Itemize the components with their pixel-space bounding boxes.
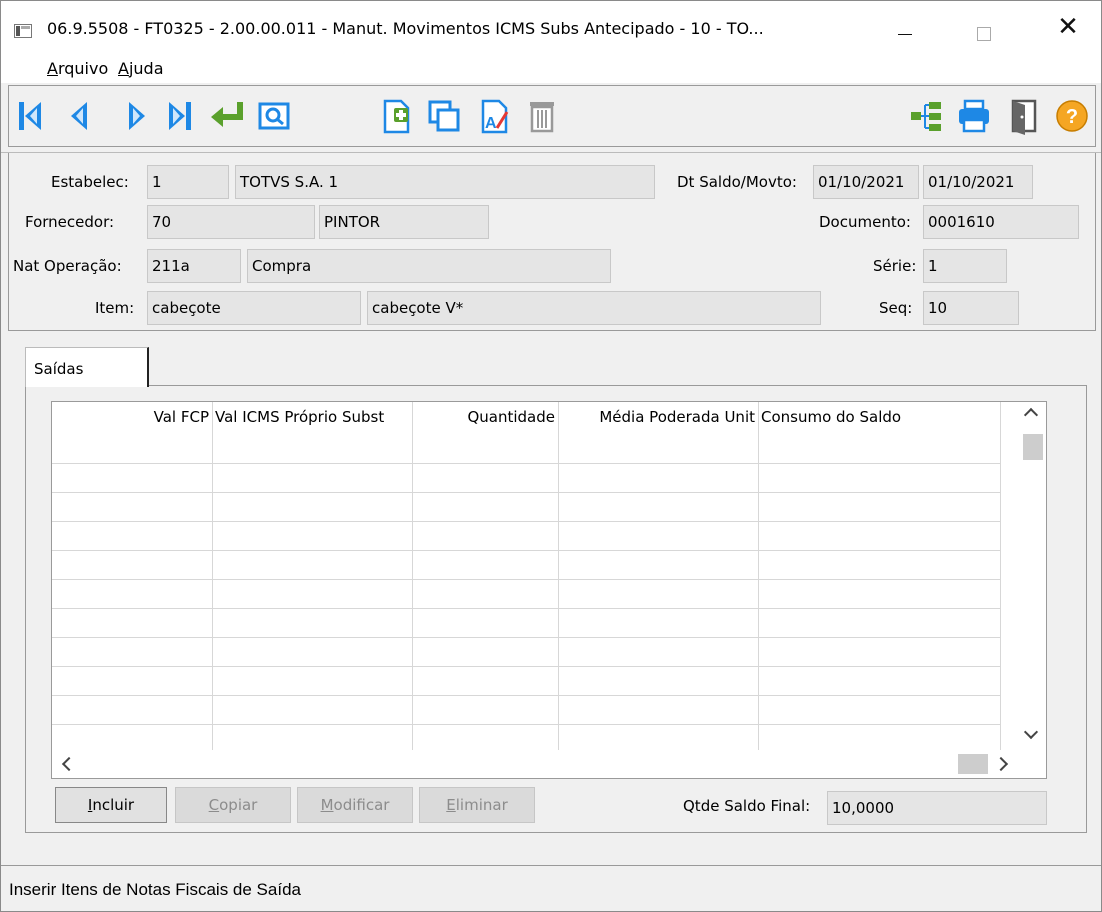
table-row[interactable]	[52, 695, 1000, 696]
item-desc-field: cabeçote V*	[367, 291, 821, 325]
item-label: Item:	[95, 299, 135, 317]
copiar-button[interactable]: Copiar	[175, 787, 291, 823]
copy-icon[interactable]	[425, 96, 463, 136]
dt-saldo-field[interactable]: 01/10/2021	[813, 165, 919, 199]
horizontal-scrollbar[interactable]	[52, 750, 1046, 778]
modificar-accel: M	[320, 796, 334, 814]
table-row[interactable]	[52, 724, 1000, 725]
table-row[interactable]	[52, 463, 1000, 464]
qtde-saldo-final-field: 10,0000	[827, 791, 1047, 825]
table-row[interactable]	[52, 550, 1000, 551]
grid-col-divider	[212, 402, 213, 750]
status-text: Inserir Itens de Notas Fiscais de Saída	[9, 880, 301, 899]
scroll-down-icon[interactable]	[1023, 724, 1039, 740]
fornecedor-label: Fornecedor:	[25, 213, 115, 231]
copiar-label: opiar	[219, 796, 258, 814]
col-val-icms-proprio[interactable]: Val ICMS Próprio Subst	[212, 402, 412, 432]
help-icon[interactable]: ?	[1053, 96, 1091, 136]
copiar-accel: C	[208, 796, 220, 814]
table-row[interactable]	[52, 521, 1000, 522]
estabelec-code-field[interactable]: 1	[147, 165, 229, 199]
table-row[interactable]	[52, 492, 1000, 493]
vertical-scrollbar[interactable]	[1018, 402, 1046, 750]
app-icon[interactable]	[14, 24, 32, 38]
delete-icon[interactable]	[523, 96, 561, 136]
estabelec-label: Estabelec:	[51, 173, 129, 191]
col-consumo-saldo[interactable]: Consumo do Saldo	[758, 402, 958, 432]
table-row[interactable]	[52, 666, 1000, 667]
prev-icon[interactable]	[61, 96, 99, 136]
col-media-ponderada[interactable]: Média Poderada Unit	[558, 402, 758, 432]
grid-col-divider	[558, 402, 559, 750]
grid-col-divider	[758, 402, 759, 750]
scroll-left-icon[interactable]	[61, 756, 77, 772]
nat-operacao-desc-field: Compra	[247, 249, 611, 283]
menu-arquivo-accel: A	[47, 59, 58, 78]
menu-ajuda-label: juda	[128, 59, 164, 78]
add-icon[interactable]	[377, 96, 415, 136]
table-row[interactable]	[52, 579, 1000, 580]
svg-text:A: A	[485, 115, 497, 132]
minimize-button[interactable]	[883, 1, 929, 53]
edit-icon[interactable]: A	[475, 96, 513, 136]
window-title: 06.9.5508 - FT0325 - 2.00.00.011 - Manut…	[47, 19, 764, 38]
main-window: 06.9.5508 - FT0325 - 2.00.00.011 - Manut…	[0, 0, 1102, 912]
item-code-field[interactable]: cabeçote	[147, 291, 361, 325]
first-icon[interactable]	[11, 96, 49, 136]
title-bar: 06.9.5508 - FT0325 - 2.00.00.011 - Manut…	[1, 1, 1101, 53]
eliminar-accel: E	[446, 796, 456, 814]
nat-operacao-label: Nat Operação:	[13, 257, 122, 275]
menu-ajuda-accel: A	[118, 59, 129, 78]
print-icon[interactable]	[955, 96, 993, 136]
dt-movto-field[interactable]: 01/10/2021	[923, 165, 1033, 199]
grid-col-divider	[1000, 402, 1001, 750]
maximize-button[interactable]	[961, 1, 1007, 53]
serie-field[interactable]: 1	[923, 249, 1007, 283]
modificar-button[interactable]: Modificar	[297, 787, 413, 823]
menu-arquivo-label: rquivo	[57, 59, 109, 78]
col-quantidade[interactable]: Quantidade	[412, 402, 558, 432]
menu-bar: Arquivo Ajuda	[1, 53, 1101, 83]
saidas-grid[interactable]: Val FCP Val ICMS Próprio Subst Quantidad…	[51, 401, 1047, 779]
seq-label: Seq:	[879, 299, 913, 317]
col-val-fcp[interactable]: Val FCP	[52, 402, 212, 432]
grid-col-divider	[412, 402, 413, 750]
scroll-right-icon[interactable]	[993, 756, 1009, 772]
search-icon[interactable]	[255, 96, 293, 136]
fornecedor-code-field[interactable]: 70	[147, 205, 315, 239]
svg-text:?: ?	[1066, 106, 1078, 128]
nat-operacao-code-field[interactable]: 211a	[147, 249, 241, 283]
incluir-button[interactable]: Incluir	[55, 787, 167, 823]
tree-icon[interactable]	[907, 96, 945, 136]
toolbar: A ?	[8, 85, 1096, 147]
incluir-label: ncluir	[92, 796, 135, 814]
exit-icon[interactable]	[1005, 96, 1043, 136]
estabelec-name-field: TOTVS S.A. 1	[235, 165, 655, 199]
seq-field[interactable]: 10	[923, 291, 1019, 325]
dt-saldo-label: Dt Saldo/Movto:	[677, 173, 797, 191]
scroll-up-icon[interactable]	[1023, 407, 1039, 423]
serie-label: Série:	[873, 257, 917, 275]
documento-label: Documento:	[819, 213, 911, 231]
vertical-scroll-thumb[interactable]	[1023, 434, 1043, 460]
table-row[interactable]	[52, 637, 1000, 638]
tab-saidas[interactable]: Saídas	[25, 347, 149, 387]
table-row[interactable]	[52, 608, 1000, 609]
horizontal-scroll-thumb[interactable]	[958, 754, 988, 774]
documento-field[interactable]: 0001610	[923, 205, 1079, 239]
menu-arquivo[interactable]: Arquivo	[47, 59, 108, 78]
menu-ajuda[interactable]: Ajuda	[118, 59, 164, 78]
modificar-label: odificar	[333, 796, 390, 814]
last-icon[interactable]	[161, 96, 199, 136]
eliminar-button[interactable]: Eliminar	[419, 787, 535, 823]
qtde-saldo-final-label: Qtde Saldo Final:	[683, 797, 811, 815]
goto-icon[interactable]	[207, 96, 249, 136]
close-button[interactable]: ✕	[1045, 1, 1091, 53]
fornecedor-name-field: PINTOR	[319, 205, 489, 239]
eliminar-label: liminar	[455, 796, 508, 814]
status-bar: Inserir Itens de Notas Fiscais de Saída	[1, 865, 1101, 911]
next-icon[interactable]	[117, 96, 155, 136]
